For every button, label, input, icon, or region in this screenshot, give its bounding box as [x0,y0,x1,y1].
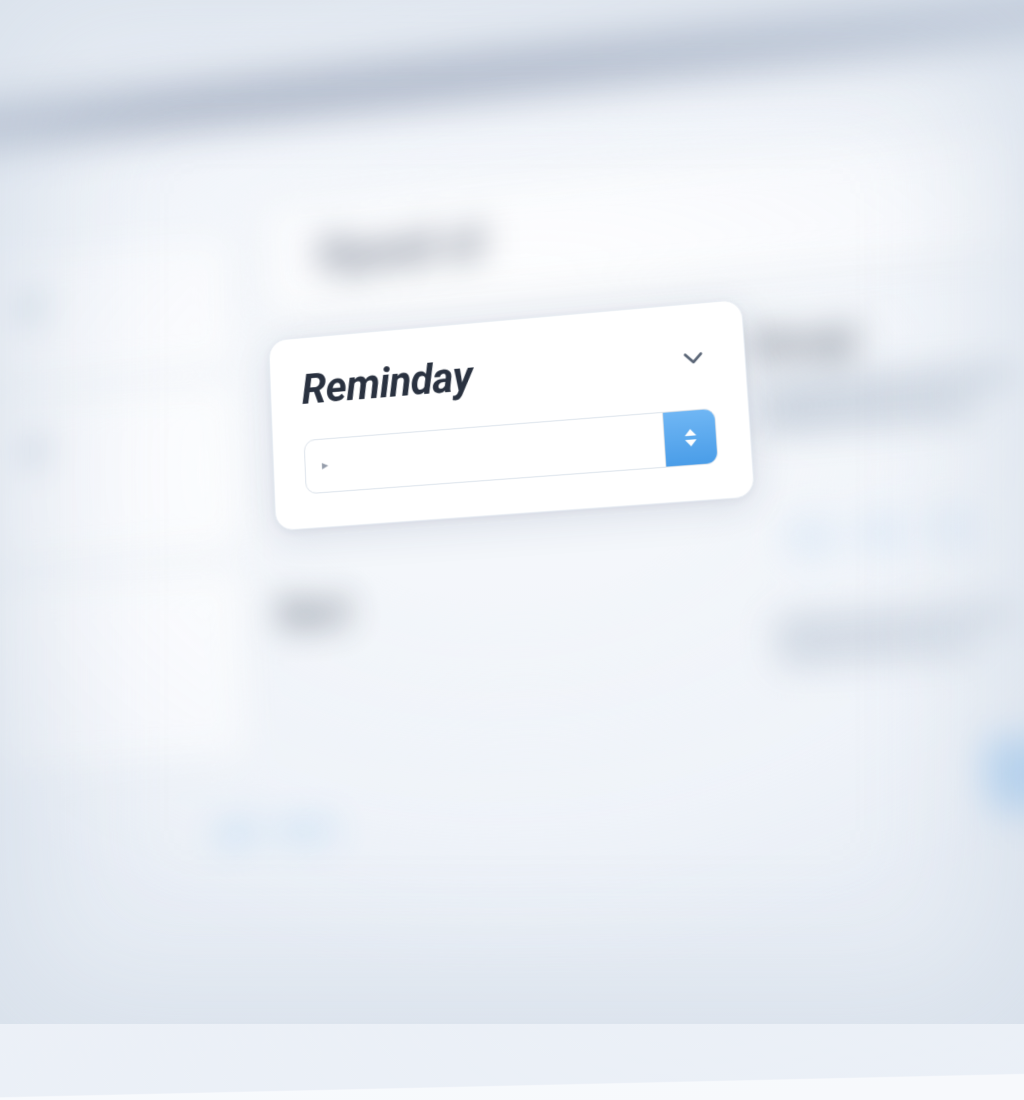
chevron-down-icon[interactable] [674,338,713,377]
stepper-up-icon [684,429,696,437]
blurred-text-line [774,606,1018,637]
blurred-text-line [776,636,979,664]
caret-icon: ▸ [322,458,329,473]
stepper-button[interactable] [662,409,718,467]
blurred-sidebar-icon [14,290,45,325]
blurred-subheading: Rongl [753,315,859,369]
stepper-down-icon [685,439,697,447]
blurred-chip [926,508,978,549]
blurred-primary-button [986,728,1024,814]
blurred-sidebar-icon [17,434,49,469]
blurred-background: Rpeal ul Rongl Rert add · teren [0,0,1024,1099]
blurred-chip [786,517,836,558]
reminday-input-row: ▸ [304,408,719,495]
app-header-bar [0,0,1024,163]
blurred-link: add · teren [213,812,337,850]
reminday-card-header: Reminday [301,331,714,414]
reminday-card: Reminday ▸ [268,299,755,531]
blurred-subheading: Rert [278,589,350,638]
blurred-text-line [759,398,979,432]
reminday-title: Reminday [301,352,474,415]
blurred-sidebar-card [0,568,248,771]
blurred-sidebar-card [0,382,240,566]
blurred-text-line [757,365,1017,403]
reminday-input[interactable]: ▸ [305,413,666,493]
blurred-chip [856,512,907,553]
